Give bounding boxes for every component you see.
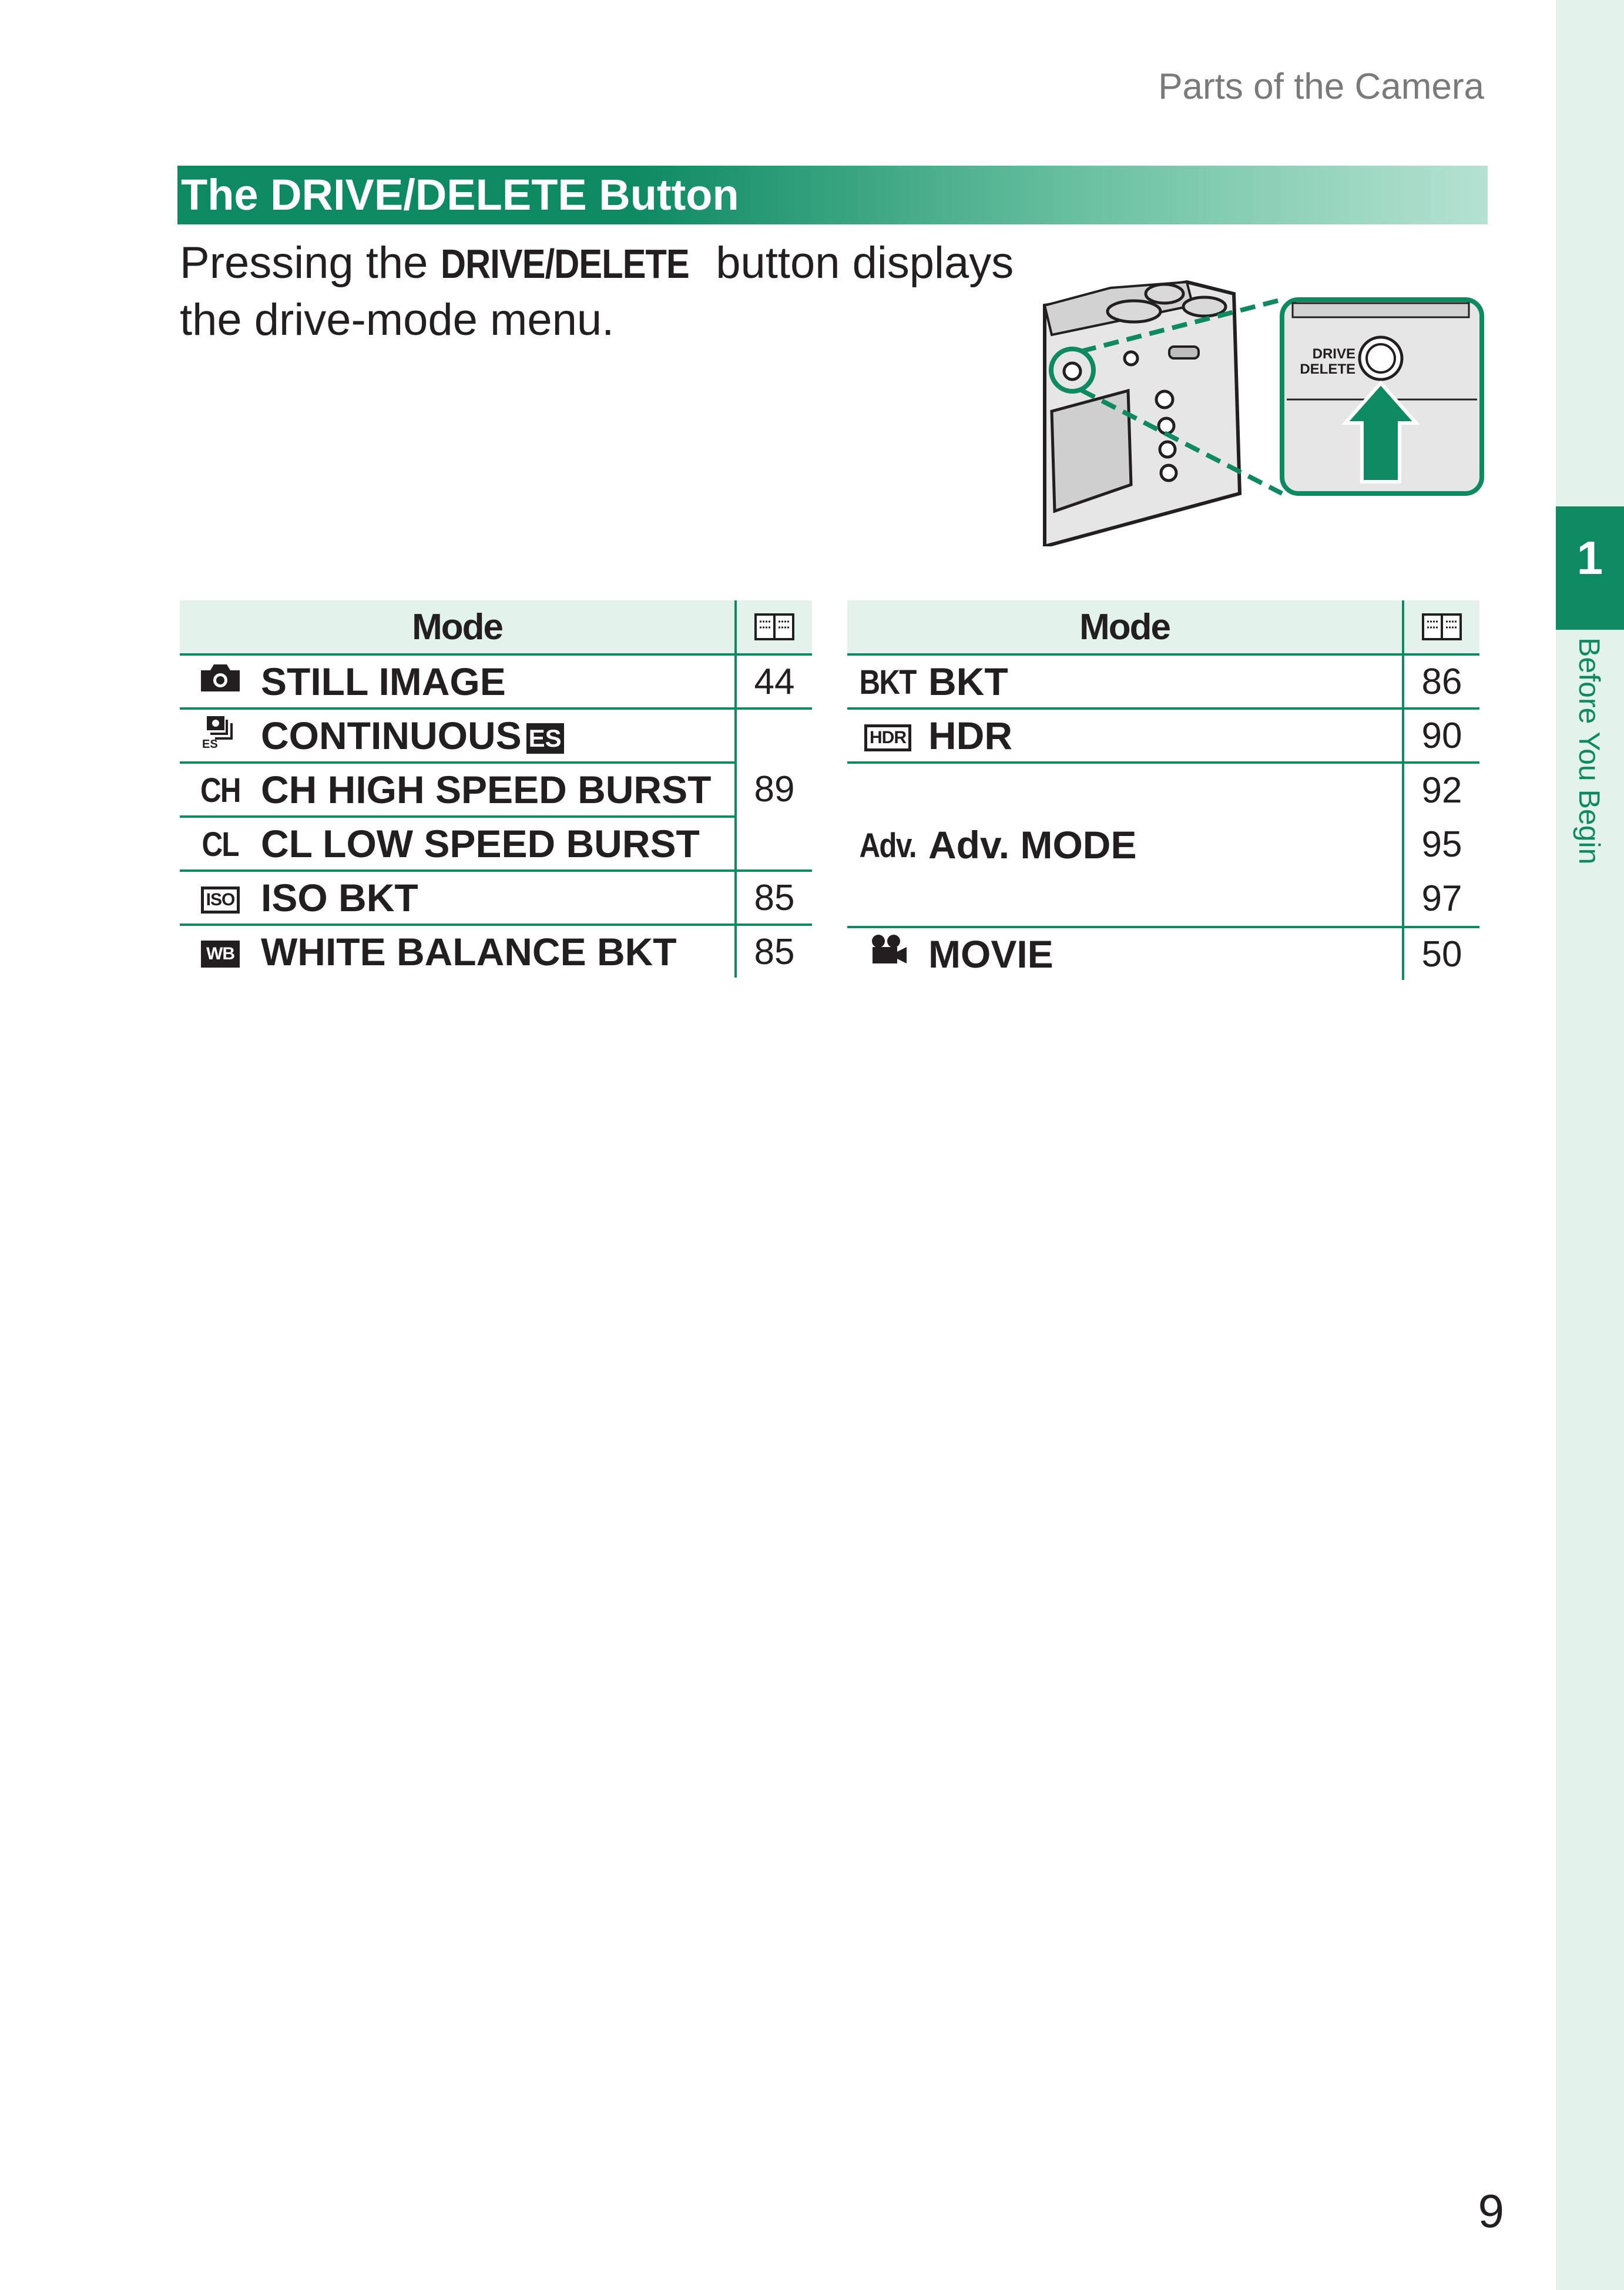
mode-column-header: Mode [180, 600, 736, 656]
intro-paragraph: Pressing the DRIVE/DELETE button display… [180, 235, 1049, 348]
bkt-icon: BKT [847, 654, 928, 710]
section-title: The DRIVE/DELETE Button [181, 170, 739, 219]
camera-icon [180, 654, 261, 710]
wb-bkt-icon: WB [180, 925, 261, 978]
page-ref: 89 [734, 709, 812, 872]
page-ref: 85 [734, 871, 812, 926]
page-ref: 86 [1402, 654, 1479, 710]
page-ref: 95 [1421, 824, 1462, 865]
iso-icon-text: ISO [200, 887, 240, 914]
chapter-title: Before You Begin [1573, 637, 1606, 865]
wb-icon-text: WB [201, 941, 240, 968]
page-ref: 97 [1421, 878, 1462, 919]
camera-illustration: DRIVE DELETE [1043, 280, 1484, 546]
running-header: Parts of the Camera [1158, 66, 1484, 107]
page-column-header [734, 600, 812, 656]
table-row: BKT BKT 86 [847, 654, 1479, 710]
table-row: CL CL LOW SPEED BURST [180, 817, 812, 872]
es-label: ES [202, 738, 218, 749]
page-ref: 92 [1421, 770, 1462, 811]
bkt-icon-text: BKT [859, 663, 917, 701]
mode-name-text: CONTINUOUS [261, 714, 522, 757]
mode-name: CONTINUOUS ES [261, 709, 736, 764]
mode-name: MOVIE [928, 932, 1053, 976]
mode-name: CH HIGH SPEED BURST [261, 763, 736, 818]
table-row: WB WHITE BALANCE BKT 85 [180, 925, 812, 978]
hdr-icon: HDR [847, 709, 928, 764]
adv-icon: Adv. [847, 763, 928, 928]
cl-icon: CL [180, 817, 261, 872]
book-icon [1404, 611, 1479, 643]
table-row: ISO ISO BKT 85 [180, 871, 812, 926]
drive-label-line2: DELETE [1300, 361, 1355, 377]
page-ref: 90 [1402, 709, 1479, 764]
mode-name: STILL IMAGE [261, 654, 736, 710]
mode-name: BKT [928, 654, 1403, 710]
drive-mode-table-left: Mode STILL IMAGE 44 ES CONTINUOUS ES 89 C… [180, 600, 812, 978]
hdr-icon-text: HDR [864, 724, 911, 752]
mode-name: HDR [928, 709, 1403, 764]
intro-text-before: Pressing the [180, 238, 441, 288]
drive-mode-table-right: Mode BKT BKT 86 HDR HDR 90 Adv. Adv. MOD… [847, 600, 1479, 980]
page-number: 9 [1478, 2185, 1505, 2237]
table-row: ES CONTINUOUS ES 89 [180, 709, 812, 872]
table-header-row: Mode [180, 600, 812, 656]
chapter-number: 1 [1576, 532, 1603, 584]
mode-name: WHITE BALANCE BKT [261, 930, 677, 973]
mode-name: ISO BKT [261, 871, 736, 926]
table-header-row: Mode [847, 600, 1479, 656]
mode-name: CL LOW SPEED BURST [261, 817, 736, 872]
page-ref: 50 [1402, 927, 1479, 980]
continuous-es-icon: ES [180, 709, 261, 764]
table-row: MOVIE 50 [847, 927, 1479, 980]
movie-icon [847, 927, 928, 980]
es-badge: ES [526, 723, 564, 754]
mode-name: Adv. MODE [928, 763, 1403, 928]
table-row: Adv. Adv. MODE 92 95 97 [847, 763, 1479, 928]
iso-bkt-icon: ISO [180, 871, 261, 926]
table-row: HDR HDR 90 [847, 709, 1479, 764]
chapter-sidebar [1556, 0, 1624, 2290]
drive-label-line1: DRIVE [1313, 346, 1355, 362]
table-row: STILL IMAGE 44 [180, 654, 812, 710]
adv-icon-text: Adv. [859, 826, 917, 865]
page-ref: 85 [734, 925, 812, 978]
ch-icon-text: CH [200, 771, 241, 810]
page-ref: 44 [734, 654, 812, 710]
table-row: CH CH HIGH SPEED BURST [180, 763, 812, 818]
cl-icon-text: CL [202, 825, 240, 864]
drive-delete-button-name: DRIVE/DELETE [440, 241, 690, 287]
page-ref-list: 92 95 97 [1402, 763, 1479, 928]
mode-column-header: Mode [847, 600, 1403, 656]
book-icon [737, 611, 812, 643]
page-column-header [1402, 600, 1479, 656]
ch-icon: CH [180, 763, 261, 818]
